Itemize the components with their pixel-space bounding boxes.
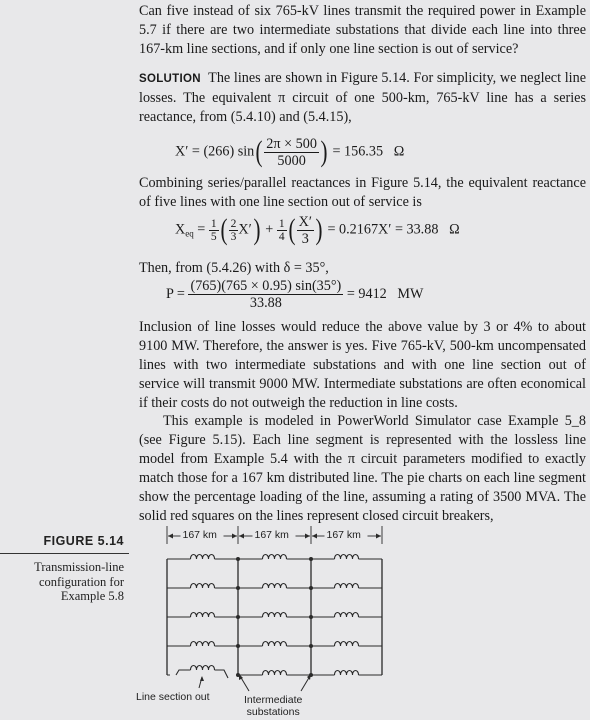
annotation-line-section-out: Line section out xyxy=(136,691,210,703)
junction-dot xyxy=(309,644,313,648)
inductor-symbol xyxy=(189,582,216,589)
inductor-symbol xyxy=(333,582,360,589)
arrowhead xyxy=(168,533,173,539)
inductor-symbol xyxy=(189,664,216,671)
segment-label: 167 km xyxy=(254,529,289,541)
inductor-symbol xyxy=(261,669,288,676)
arrowhead xyxy=(239,533,244,539)
annotation-substations-line1: Intermediate xyxy=(244,694,303,706)
junction-dot xyxy=(309,615,313,619)
arrowhead xyxy=(376,533,381,539)
line-section-open xyxy=(167,669,191,676)
arrowhead xyxy=(305,533,310,539)
segment-label: 167 km xyxy=(182,529,217,541)
inductor-symbol xyxy=(189,553,216,560)
line-section-open xyxy=(214,669,229,679)
annotation-intermediate-substations: Intermediate substations xyxy=(244,694,302,718)
inductor-symbol xyxy=(333,669,360,676)
junction-dot xyxy=(309,557,313,561)
inductor-symbol xyxy=(261,553,288,560)
inductor-symbol xyxy=(333,611,360,618)
inductor-symbol xyxy=(189,640,216,647)
inductor-symbol xyxy=(261,640,288,647)
inductor-symbol xyxy=(261,582,288,589)
junction-dot xyxy=(236,586,240,590)
inductor-symbol xyxy=(333,640,360,647)
annotation-substations-line2: substations xyxy=(246,706,300,718)
junction-dot xyxy=(309,586,313,590)
junction-dot xyxy=(236,644,240,648)
arrowhead xyxy=(232,533,237,539)
junction-dot xyxy=(236,615,240,619)
inductor-symbol xyxy=(261,611,288,618)
arrowhead xyxy=(200,676,204,681)
junction-dot xyxy=(236,557,240,561)
inductor-symbol xyxy=(189,611,216,618)
inductor-symbol xyxy=(333,553,360,560)
transmission-lines xyxy=(166,553,383,679)
transmission-line-diagram xyxy=(166,526,383,692)
arrowhead xyxy=(312,533,317,539)
segment-label: 167 km xyxy=(326,529,361,541)
annotations xyxy=(198,674,311,692)
